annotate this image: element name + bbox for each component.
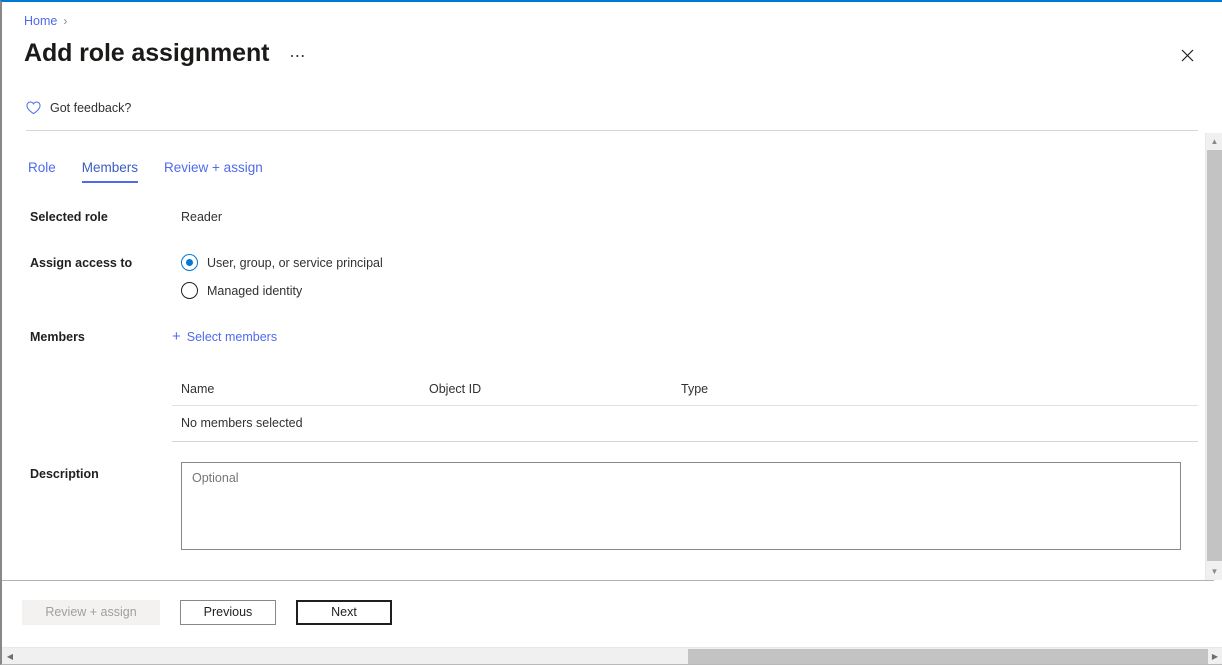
footer-actions: Review + assign Previous Next (2, 581, 1214, 643)
radio-label: Managed identity (207, 283, 303, 298)
review-assign-button[interactable]: Review + assign (22, 599, 160, 625)
page-title: Add role assignment (24, 38, 270, 67)
scroll-down-icon[interactable]: ▼ (1206, 563, 1222, 580)
breadcrumb: Home › (24, 14, 67, 28)
table-row-empty: No members selected (172, 406, 1198, 442)
radio-dot (186, 259, 193, 266)
vertical-scrollbar[interactable]: ▲ ▼ (1205, 133, 1222, 580)
title-row: Add role assignment ⋯ (24, 38, 311, 68)
previous-button[interactable]: Previous (180, 599, 276, 625)
radio-label: User, group, or service principal (207, 255, 383, 270)
members-table: Name Object ID Type No members selected (172, 376, 1198, 442)
radio-user-group-service-principal[interactable]: User, group, or service principal (181, 254, 383, 271)
field-description: Description (2, 462, 1198, 550)
close-button[interactable] (1174, 42, 1200, 68)
wizard-tabs: Role Members Review + assign (28, 160, 263, 183)
breadcrumb-item-home[interactable]: Home (24, 14, 57, 28)
blade-panel: Home › Add role assignment ⋯ Got feedbac… (0, 0, 1222, 665)
members-content: + Select members Name Object ID Type No … (172, 328, 1198, 442)
tab-members[interactable]: Members (81, 160, 139, 183)
vertical-scroll-thumb[interactable] (1207, 150, 1222, 561)
close-icon (1181, 49, 1193, 61)
scroll-right-icon[interactable]: ▶ (1208, 648, 1222, 665)
horizontal-scrollbar[interactable]: ◀ ▶ (2, 647, 1222, 664)
field-selected-role: Selected role Reader (2, 208, 1198, 226)
description-input[interactable] (181, 462, 1181, 550)
field-assign-access-to: Assign access to User, group, or service… (2, 254, 1198, 299)
column-header-type: Type (681, 382, 709, 396)
plus-icon: + (172, 328, 181, 345)
members-label: Members (30, 330, 85, 344)
column-header-name: Name (181, 382, 215, 396)
tab-role[interactable]: Role (28, 160, 56, 183)
more-options-icon[interactable]: ⋯ (285, 44, 311, 68)
got-feedback-button[interactable]: Got feedback? (26, 101, 131, 115)
heart-icon (26, 101, 41, 115)
description-label: Description (30, 467, 99, 481)
next-button[interactable]: Next (296, 599, 392, 625)
field-members: Members + Select members Name Object ID … (2, 328, 1198, 442)
assign-access-radio-group: User, group, or service principal Manage… (181, 254, 383, 299)
empty-state-label: No members selected (181, 416, 303, 430)
tab-review-assign[interactable]: Review + assign (164, 160, 263, 183)
column-header-object-id: Object ID (429, 382, 482, 396)
scroll-up-icon[interactable]: ▲ (1206, 133, 1222, 150)
radio-managed-identity[interactable]: Managed identity (181, 282, 383, 299)
selected-role-label: Selected role (30, 210, 108, 224)
select-members-label: Select members (186, 329, 278, 344)
members-form: Selected role Reader Assign access to Us… (2, 208, 1198, 550)
header-divider (26, 130, 1198, 131)
horizontal-scroll-thumb[interactable] (688, 649, 1208, 664)
got-feedback-label: Got feedback? (50, 101, 132, 115)
chevron-right-icon: › (63, 14, 68, 28)
scroll-left-icon[interactable]: ◀ (3, 648, 17, 665)
radio-unchecked-icon (181, 282, 198, 299)
assign-access-to-label: Assign access to (30, 256, 133, 270)
radio-checked-icon (181, 254, 198, 271)
table-header-row: Name Object ID Type (172, 376, 1198, 406)
select-members-button[interactable]: + Select members (172, 329, 277, 344)
selected-role-value: Reader (181, 210, 222, 224)
